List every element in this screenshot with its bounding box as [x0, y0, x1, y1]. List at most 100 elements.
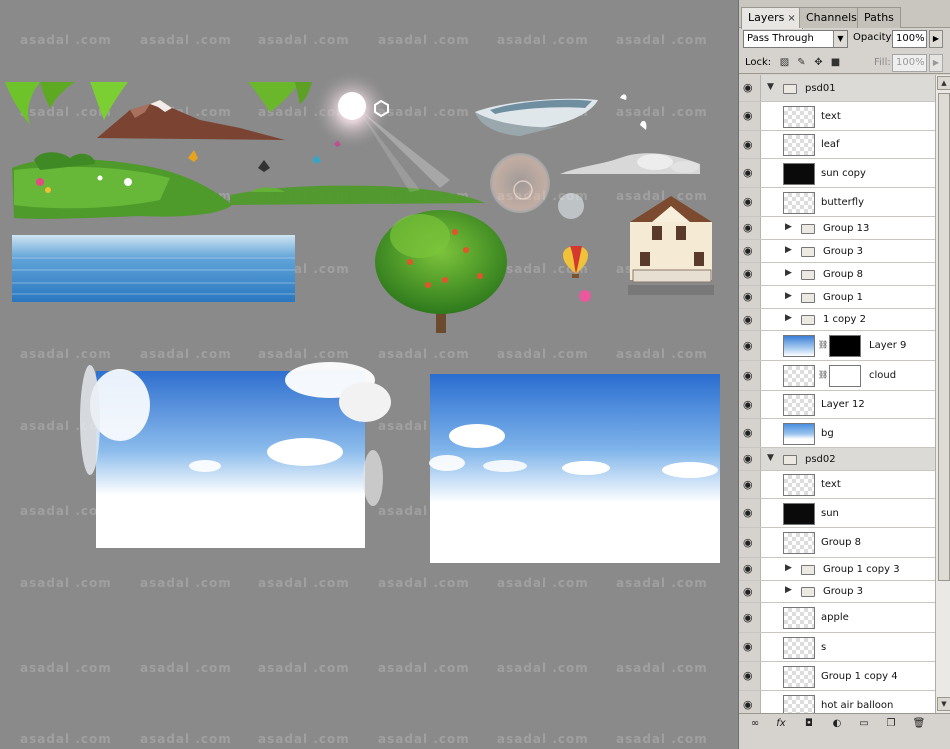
close-icon[interactable]: ×: [787, 13, 795, 24]
scroll-up-icon[interactable]: ▲: [937, 76, 950, 90]
fx-icon[interactable]: fx: [773, 717, 789, 731]
layer-thumbnail: [783, 365, 815, 387]
eye-icon[interactable]: ◉: [739, 263, 761, 285]
opacity-slider-button[interactable]: ▶: [929, 30, 943, 48]
layer-group-row[interactable]: ◉ ▶ Group 3: [739, 581, 935, 603]
layer-row[interactable]: ◉ s: [739, 633, 935, 662]
mask-link-icon[interactable]: ⛓: [818, 370, 828, 379]
layer-mask-thumbnail[interactable]: [829, 365, 861, 387]
layer-group-row[interactable]: ◉ ▶ 1 copy 2: [739, 309, 935, 331]
tab-channels[interactable]: Channels: [799, 7, 864, 28]
folder-icon: [801, 270, 815, 280]
layer-name: Group 13: [823, 223, 870, 234]
layer-row[interactable]: ◉ Layer 12: [739, 391, 935, 419]
opacity-input[interactable]: 100%: [892, 30, 927, 48]
layer-group-row[interactable]: ◉ ▼ psd02: [739, 448, 935, 471]
lock-move-icon[interactable]: ✥: [813, 57, 824, 68]
scroll-thumb[interactable]: [938, 93, 950, 581]
folder-icon: [801, 224, 815, 234]
expand-triangle-icon[interactable]: ▶: [785, 563, 792, 573]
layer-mask-thumbnail[interactable]: [829, 335, 861, 357]
layer-group-row[interactable]: ◉ ▶ Group 8: [739, 263, 935, 286]
eye-icon[interactable]: ◉: [739, 558, 761, 580]
layer-row[interactable]: ◉ Group 8: [739, 528, 935, 558]
eye-icon[interactable]: ◉: [739, 131, 761, 158]
layer-list: ◉ ▼ psd01 ◉ text ◉ leaf ◉ sun copy ◉ butterfly ◉ ▶ Gr…: [739, 75, 935, 713]
eye-icon[interactable]: ◉: [739, 528, 761, 557]
fill-label: Fill:: [874, 57, 891, 68]
new-layer-icon[interactable]: ❐: [883, 717, 899, 731]
layer-group-row[interactable]: ◉ ▶ Group 1: [739, 286, 935, 309]
layer-row[interactable]: ◉ sun: [739, 499, 935, 528]
chevron-down-icon: ▼: [833, 31, 847, 47]
layer-row[interactable]: ◉ ⛓ cloud: [739, 361, 935, 391]
eye-icon[interactable]: ◉: [739, 188, 761, 216]
eye-icon[interactable]: ◉: [739, 391, 761, 418]
layer-row[interactable]: ◉ apple: [739, 603, 935, 633]
layer-group-row[interactable]: ◉ ▶ Group 1 copy 3: [739, 558, 935, 581]
eye-icon[interactable]: ◉: [739, 159, 761, 187]
new-group-icon[interactable]: ▭: [856, 717, 872, 731]
mask-link-icon[interactable]: ⛓: [818, 340, 828, 349]
eye-icon[interactable]: ◉: [739, 309, 761, 330]
layer-row[interactable]: ◉ butterfly: [739, 188, 935, 217]
link-layers-icon[interactable]: ∞: [747, 717, 763, 731]
eye-icon[interactable]: ◉: [739, 448, 761, 470]
lock-transparency-icon[interactable]: ▨: [779, 57, 790, 68]
layer-row[interactable]: ◉ sun copy: [739, 159, 935, 188]
layers-scrollbar[interactable]: ▲ ▼: [935, 75, 950, 713]
eye-icon[interactable]: ◉: [739, 471, 761, 498]
tab-paths[interactable]: Paths: [857, 7, 901, 28]
fill-input[interactable]: 100%: [892, 54, 927, 72]
layer-thumbnail: [783, 695, 815, 713]
eye-icon[interactable]: ◉: [739, 581, 761, 602]
expand-triangle-icon[interactable]: ▶: [785, 268, 792, 278]
expand-triangle-icon[interactable]: ▶: [785, 245, 792, 255]
eye-icon[interactable]: ◉: [739, 662, 761, 690]
fill-slider-button[interactable]: ▶: [929, 54, 943, 72]
trash-icon[interactable]: 🗑: [911, 717, 927, 731]
layer-row[interactable]: ◉ leaf: [739, 131, 935, 159]
layer-row[interactable]: ◉ Group 1 copy 4: [739, 662, 935, 691]
lock-all-icon[interactable]: ■: [830, 57, 841, 68]
layer-thumbnail: [783, 192, 815, 214]
layer-row[interactable]: ◉ text: [739, 471, 935, 499]
eye-icon[interactable]: ◉: [739, 603, 761, 632]
scroll-down-icon[interactable]: ▼: [937, 697, 950, 711]
document-canvas[interactable]: asadal .com asadal .com asadal .com asadal …: [0, 0, 738, 749]
adjustment-layer-icon[interactable]: ◐: [829, 717, 845, 731]
eye-icon[interactable]: ◉: [739, 240, 761, 262]
folder-icon: [801, 315, 815, 325]
layer-group-row[interactable]: ◉ ▶ Group 13: [739, 217, 935, 240]
layer-row[interactable]: ◉ ⛓ Layer 9: [739, 331, 935, 361]
expand-triangle-icon[interactable]: ▶: [785, 291, 792, 301]
eye-icon[interactable]: ◉: [739, 217, 761, 239]
eye-icon[interactable]: ◉: [739, 331, 761, 360]
eye-icon[interactable]: ◉: [739, 286, 761, 308]
eye-icon[interactable]: ◉: [739, 499, 761, 527]
water-artwork: [12, 235, 295, 302]
add-mask-icon[interactable]: ◘: [801, 717, 817, 731]
tab-layers[interactable]: Layers ×: [741, 7, 803, 29]
lock-brush-icon[interactable]: ✎: [796, 57, 807, 68]
collapse-triangle-icon[interactable]: ▼: [767, 82, 774, 92]
layer-thumbnail: [783, 637, 815, 659]
eye-icon[interactable]: ◉: [739, 691, 761, 713]
layer-group-row[interactable]: ◉ ▼ psd01: [739, 75, 935, 102]
eye-icon[interactable]: ◉: [739, 75, 761, 101]
eye-icon[interactable]: ◉: [739, 102, 761, 130]
eye-icon[interactable]: ◉: [739, 361, 761, 390]
expand-triangle-icon[interactable]: ▶: [785, 585, 792, 595]
layer-group-row[interactable]: ◉ ▶ Group 3: [739, 240, 935, 263]
expand-triangle-icon[interactable]: ▶: [785, 222, 792, 232]
eye-icon[interactable]: ◉: [739, 633, 761, 661]
expand-triangle-icon[interactable]: ▶: [785, 313, 792, 323]
layer-thumbnail: [783, 423, 815, 445]
layer-row[interactable]: ◉ text: [739, 102, 935, 131]
collapse-triangle-icon[interactable]: ▼: [767, 453, 774, 463]
layer-row[interactable]: ◉ bg: [739, 419, 935, 448]
layer-row[interactable]: ◉ hot air balloon: [739, 691, 935, 713]
balloons-artwork: [563, 246, 591, 302]
blend-mode-select[interactable]: Pass Through ▼: [743, 30, 848, 48]
eye-icon[interactable]: ◉: [739, 419, 761, 447]
